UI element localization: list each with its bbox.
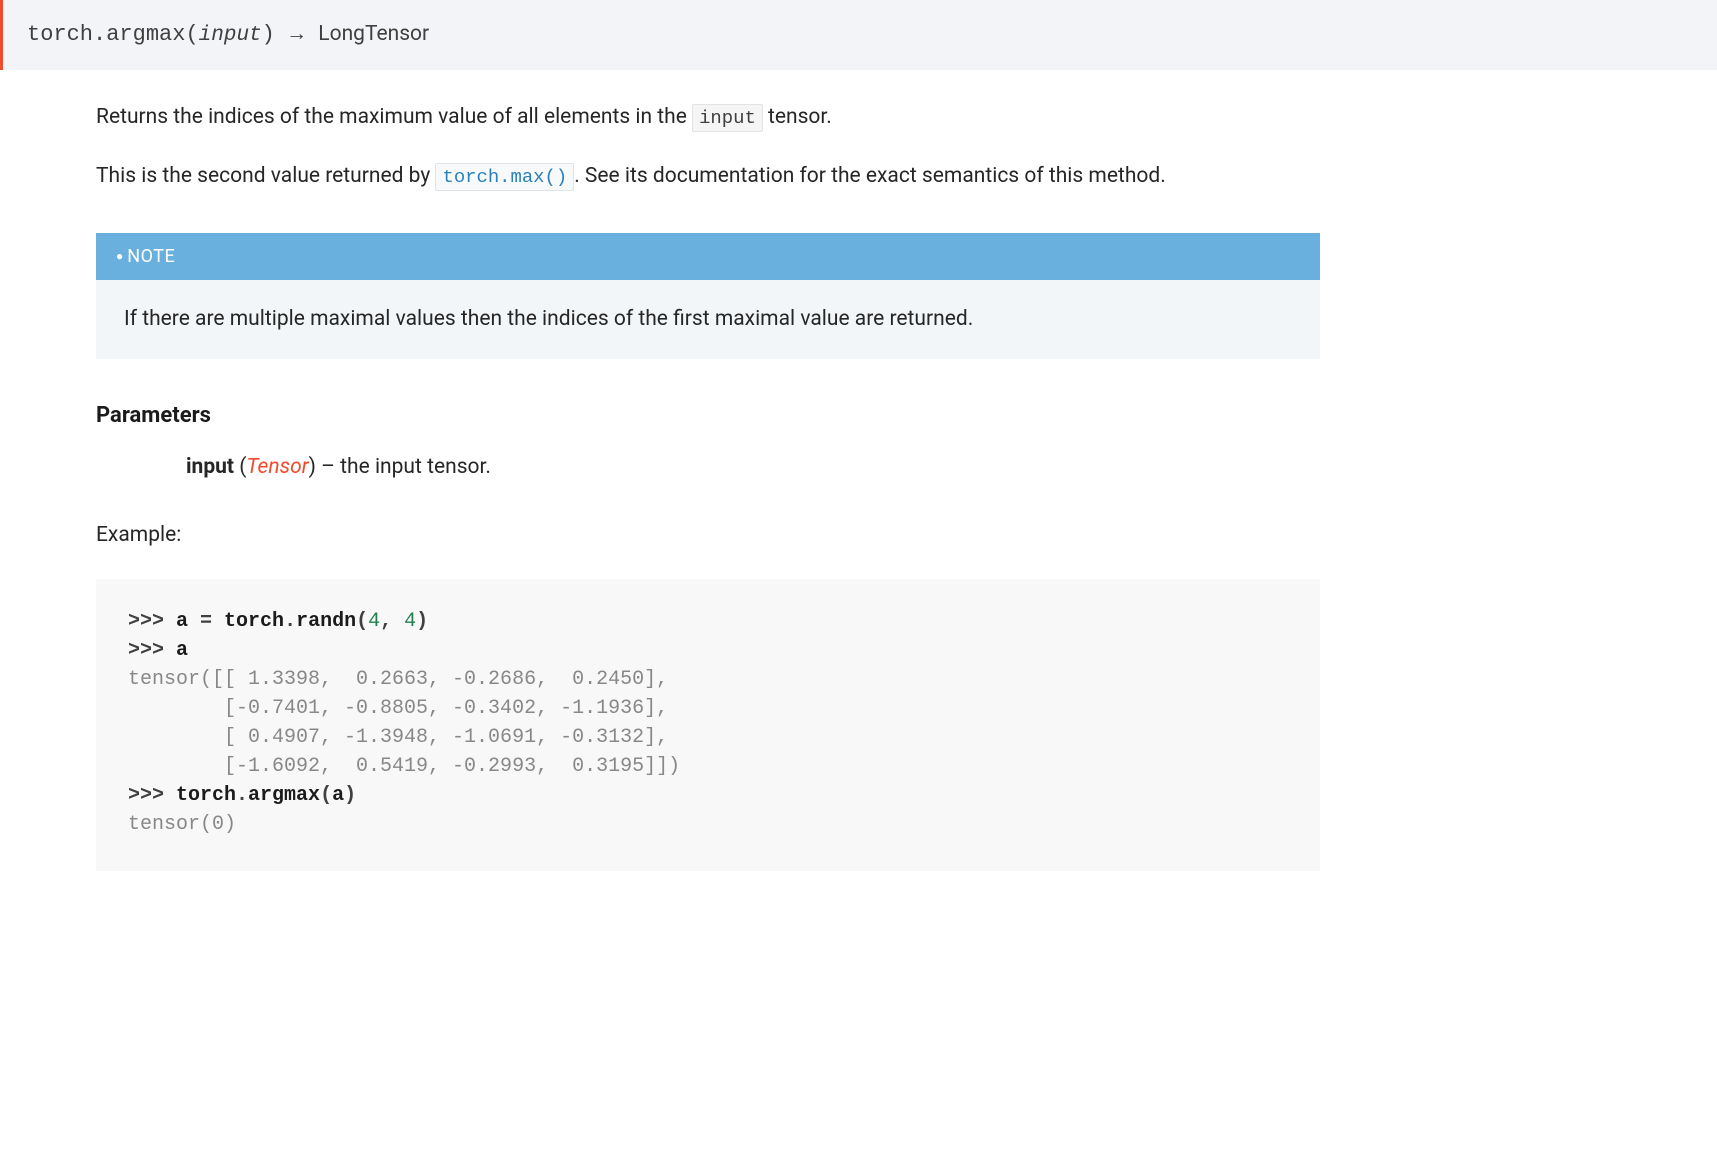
code-var: a [176, 639, 188, 662]
text: ) – [309, 455, 341, 479]
code-output: tensor(0) [128, 813, 236, 836]
link-torch-max[interactable]: torch.max() [435, 163, 574, 191]
code-module: torch [224, 610, 284, 633]
parameter-name: input [186, 455, 234, 479]
code-op: = [188, 610, 224, 633]
prompt: >>> [128, 610, 176, 633]
code-number: 4 [404, 610, 416, 633]
text: tensor. [763, 105, 832, 129]
documentation-body: Returns the indices of the maximum value… [0, 102, 1320, 872]
parameters-section: Parameters input (Tensor) – the input te… [96, 399, 1320, 484]
text: Returns the indices of the maximum value… [96, 105, 692, 129]
code-paren: ( [356, 610, 368, 633]
description-paragraph-1: Returns the indices of the maximum value… [96, 102, 1320, 134]
code-fn: argmax [248, 784, 320, 807]
parameters-heading: Parameters [96, 399, 1320, 432]
example-label: Example: [96, 520, 1320, 552]
function-signature: torch.argmax(input) → LongTensor [0, 0, 1717, 70]
signature-param: input [199, 24, 262, 47]
prompt: >>> [128, 784, 176, 807]
text: . See its documentation for the exact se… [574, 164, 1166, 188]
paren-close: ) [262, 22, 275, 47]
code-var: a [176, 610, 188, 633]
parameter-description: the input tensor. [340, 455, 491, 479]
code-dot: . [284, 610, 296, 633]
text: ( [234, 455, 246, 479]
code-var: a [332, 784, 344, 807]
link-tensor-type[interactable]: Tensor [246, 455, 308, 479]
note-admonition: NOTE If there are multiple maximal value… [96, 233, 1320, 360]
code-paren: ( [320, 784, 332, 807]
inline-code-input: input [692, 104, 763, 132]
code-module: torch [176, 784, 236, 807]
parameter-item: input (Tensor) – the input tensor. [96, 452, 1320, 484]
code-paren: ) [344, 784, 356, 807]
note-title: NOTE [96, 233, 1320, 280]
paren-open: ( [185, 22, 198, 47]
code-dot: . [236, 784, 248, 807]
description-paragraph-2: This is the second value returned by tor… [96, 161, 1320, 193]
example-code-block: >>> a = torch.randn(4, 4) >>> a tensor([… [96, 579, 1320, 871]
return-type: LongTensor [318, 22, 429, 46]
code-number: 4 [368, 610, 380, 633]
text: This is the second value returned by [96, 164, 435, 188]
prompt: >>> [128, 639, 176, 662]
code-output: tensor([[ 1.3398, 0.2663, -0.2686, 0.245… [128, 668, 680, 778]
code-comma: , [380, 610, 404, 633]
note-body: If there are multiple maximal values the… [96, 280, 1320, 360]
qualified-name: torch.argmax [27, 22, 185, 47]
code-fn: randn [296, 610, 356, 633]
return-arrow-icon: → [286, 22, 307, 46]
code-paren: ) [416, 610, 428, 633]
